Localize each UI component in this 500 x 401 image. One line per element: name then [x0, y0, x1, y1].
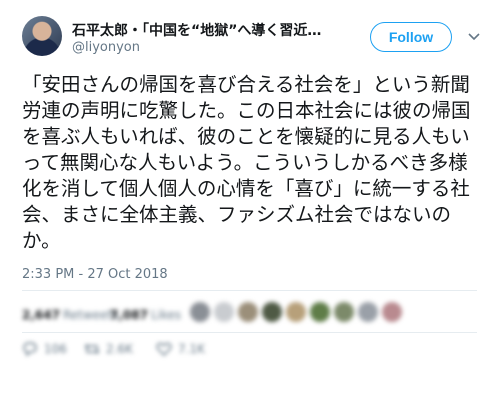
author-handle[interactable]: @liyonyon	[72, 40, 140, 55]
tweet-text: 「安田さんの帰国を喜び合える社会を」という新聞労連の声明に吃驚した。この日本社会…	[22, 73, 471, 252]
like-button[interactable]: 7.1K	[156, 342, 205, 356]
liker-avatar[interactable]	[358, 302, 378, 322]
liker-avatar[interactable]	[334, 302, 354, 322]
liker-avatar[interactable]	[190, 302, 210, 322]
reply-icon	[22, 342, 38, 357]
liker-avatar[interactable]	[286, 302, 306, 322]
likes-label: Likes	[150, 308, 182, 322]
retweet-count: 2.6K	[106, 342, 133, 356]
author-name[interactable]: 石平太郎・「中国を“地獄”へ導く習近…	[72, 20, 352, 40]
tweet-timestamp[interactable]: 2:33 PM - 27 Oct 2018	[22, 267, 168, 282]
liker-avatar[interactable]	[262, 302, 282, 322]
reply-count: 106	[44, 342, 67, 356]
divider	[22, 332, 477, 333]
divider	[22, 290, 477, 291]
avatar[interactable]	[22, 16, 62, 56]
chevron-down-icon[interactable]	[467, 30, 481, 44]
liker-avatar[interactable]	[238, 302, 258, 322]
tweet-actions: 106 2.6K 7.1K	[22, 342, 322, 362]
engagement-stats: 2,647 Retweets 7,087 Likes	[22, 302, 472, 328]
liker-avatar[interactable]	[214, 302, 234, 322]
retweet-button[interactable]: 2.6K	[84, 342, 133, 356]
reply-button[interactable]: 106	[22, 342, 67, 357]
liker-avatar[interactable]	[310, 302, 330, 322]
retweet-stat[interactable]: 2,647 Retweets	[22, 308, 118, 322]
likes-count: 7,087	[110, 308, 148, 322]
like-count: 7.1K	[178, 342, 205, 356]
heart-icon	[156, 342, 172, 356]
follow-button[interactable]: Follow	[370, 22, 452, 52]
liker-avatar[interactable]	[382, 302, 402, 322]
retweets-count: 2,647	[22, 308, 60, 322]
tweet-header: 石平太郎・「中国を“地獄”へ導く習近… @liyonyon Follow	[22, 16, 487, 64]
retweet-icon	[84, 342, 100, 356]
like-stat[interactable]: 7,087 Likes	[110, 308, 181, 322]
